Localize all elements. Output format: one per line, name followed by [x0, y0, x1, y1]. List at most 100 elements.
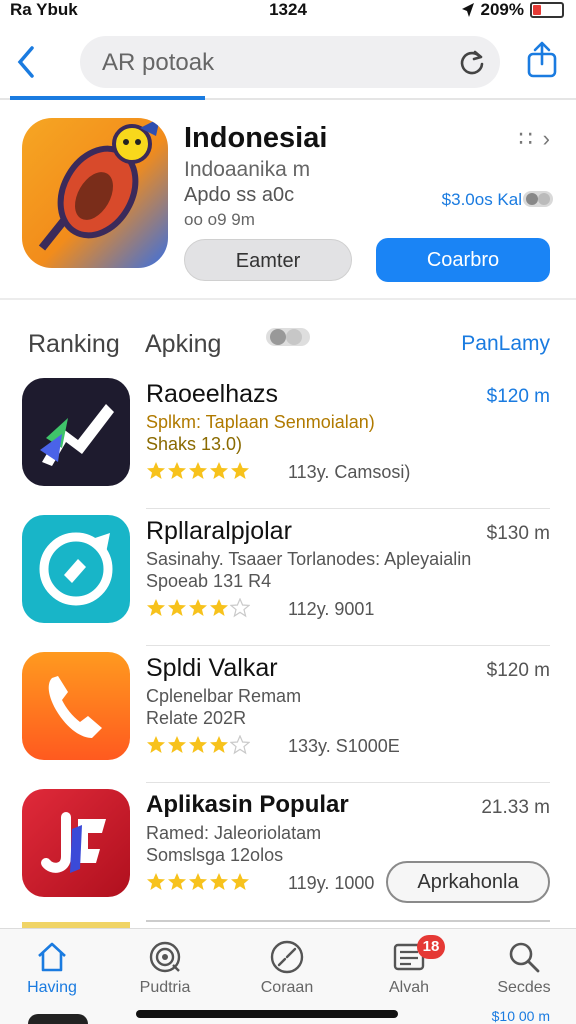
star-icon	[147, 462, 165, 479]
next-item-price: $10 00 m	[491, 1008, 550, 1024]
app-category: Somslsga 12olos	[146, 845, 284, 865]
primary-action-button[interactable]: Coarbro	[376, 238, 550, 282]
app-description: Ramed: Jaleoriolatam	[146, 823, 322, 843]
battery-icon	[530, 2, 564, 18]
app-description: Sasinahy. Tsaaer Torlanodes: Apleyaialin	[146, 549, 472, 569]
star-icon	[189, 736, 207, 753]
app-price: $120 m	[486, 386, 550, 407]
app-name: Aplikasin Popular	[146, 791, 349, 818]
home-icon	[38, 942, 66, 972]
star-icon	[189, 873, 207, 890]
star-icon	[168, 736, 186, 753]
featured-app-subtitle: Indoaanika m	[184, 158, 311, 181]
star-icon	[231, 462, 249, 479]
app-name: Rpllaralpjolar	[146, 517, 292, 545]
location-icon	[461, 3, 474, 17]
gauge-icon	[270, 940, 304, 974]
tab-target-label: Pudtria	[139, 979, 191, 996]
tab-list[interactable]: 18 Alvah	[359, 935, 459, 997]
tab-search-label: Secdes	[497, 979, 551, 996]
app-rating-text: 113y. Camsosi)	[288, 462, 411, 482]
tab-home-label: Having	[27, 979, 77, 996]
app-list: Raoeelhazs $120 m Splkm: Taplaan Senmoia…	[0, 372, 576, 920]
battery-percent: 209%	[480, 0, 524, 19]
featured-app-meta-secondary: oo o9 9m	[184, 210, 255, 229]
app-description: Splkm: Taplaan Senmoialan)	[146, 412, 375, 432]
star-rating	[146, 872, 250, 892]
tab-apking[interactable]: Apking	[145, 330, 221, 359]
star-icon	[189, 462, 207, 479]
app-icon	[22, 789, 130, 897]
app-category: Shaks 13.0)	[146, 434, 243, 454]
reload-icon[interactable]	[458, 48, 486, 76]
star-icon	[231, 873, 249, 890]
star-icon	[210, 599, 228, 616]
featured-app-meta: Apdo ss a0c	[184, 184, 295, 206]
app-category: Spoeab 131 R4	[146, 571, 272, 591]
star-icon	[168, 462, 186, 479]
app-rating-text: 119y. 1000	[288, 873, 375, 893]
app-price: 21.33 m	[481, 797, 550, 818]
star-rating	[146, 735, 250, 755]
star-icon	[168, 873, 186, 890]
bottom-tab-bar: Having Pudtria Coraan 18 Alvah Secdes $1…	[0, 928, 576, 1024]
star-icon	[230, 735, 250, 755]
star-icon	[147, 873, 165, 890]
view-toggle-icon[interactable]	[264, 326, 312, 348]
app-rating-text: 112y. 9001	[288, 599, 375, 619]
list-item[interactable]: Spldi Valkar $120 m Cplenelbar Remam Rel…	[0, 646, 576, 783]
app-icon	[22, 515, 130, 623]
star-icon	[230, 598, 250, 618]
status-right: 209%	[461, 0, 564, 20]
get-app-button[interactable]: Aprkahonla	[386, 861, 550, 903]
app-category: Relate 202R	[146, 708, 247, 728]
toggle-icon[interactable]	[522, 190, 554, 208]
star-icon	[147, 736, 165, 753]
address-text: AR potoak	[102, 49, 215, 76]
app-icon	[22, 378, 130, 486]
tab-list-label: Alvah	[388, 979, 430, 996]
star-icon	[210, 462, 228, 479]
list-item[interactable]: Rpllaralpjolar $130 m Sasinahy. Tsaaer T…	[0, 509, 576, 646]
tab-ranking[interactable]: Ranking	[28, 330, 120, 359]
star-icon	[210, 873, 228, 890]
app-icon	[22, 652, 130, 760]
featured-app-card: Indonesiai ∷ › Indoaanika m Apdo ss a0c …	[0, 102, 576, 300]
section-tabs: Ranking Apking PanLamy	[0, 322, 576, 366]
search-icon	[509, 942, 540, 973]
app-rating-text: 133y. S1000E	[288, 736, 400, 756]
tab-search[interactable]: Secdes	[474, 939, 574, 997]
loading-progress	[10, 96, 205, 100]
app-name: Spldi Valkar	[146, 654, 278, 682]
app-price: $120 m	[486, 660, 550, 681]
tab-gauge-label: Coraan	[260, 979, 314, 996]
app-description: Cplenelbar Remam	[146, 686, 302, 706]
notification-badge: 18	[417, 935, 445, 959]
star-icon	[147, 599, 165, 616]
secondary-action-button[interactable]: Eamter	[184, 239, 352, 281]
star-icon	[210, 736, 228, 753]
target-icon	[149, 941, 181, 973]
featured-app-icon[interactable]	[22, 118, 168, 268]
list-item[interactable]: Raoeelhazs $120 m Splkm: Taplaan Senmoia…	[0, 372, 576, 509]
star-icon	[168, 599, 186, 616]
home-indicator[interactable]	[136, 1010, 398, 1018]
tab-home[interactable]: Having	[2, 939, 102, 997]
star-rating	[146, 461, 250, 481]
app-name: Raoeelhazs	[146, 380, 279, 408]
featured-app-title: Indonesiai	[184, 122, 328, 154]
browser-toolbar: AR potoak	[0, 30, 576, 100]
list-divider	[146, 920, 550, 926]
see-all-link[interactable]: PanLamy	[461, 332, 550, 356]
next-item-peek	[28, 1014, 88, 1024]
status-bar: Ra Ybuk 1324 209%	[0, 0, 576, 22]
more-chevron-icon[interactable]: ∷ ›	[519, 126, 552, 152]
tab-target[interactable]: Pudtria	[115, 939, 215, 997]
list-item[interactable]: Aplikasin Popular 21.33 m Ramed: Jaleori…	[0, 783, 576, 920]
featured-app-price: $3.0os Kal	[441, 190, 522, 209]
back-button[interactable]	[12, 42, 40, 82]
share-icon[interactable]	[526, 40, 558, 80]
address-bar[interactable]: AR potoak	[80, 36, 500, 88]
tab-gauge[interactable]: Coraan	[237, 939, 337, 997]
app-price: $130 m	[486, 523, 550, 544]
